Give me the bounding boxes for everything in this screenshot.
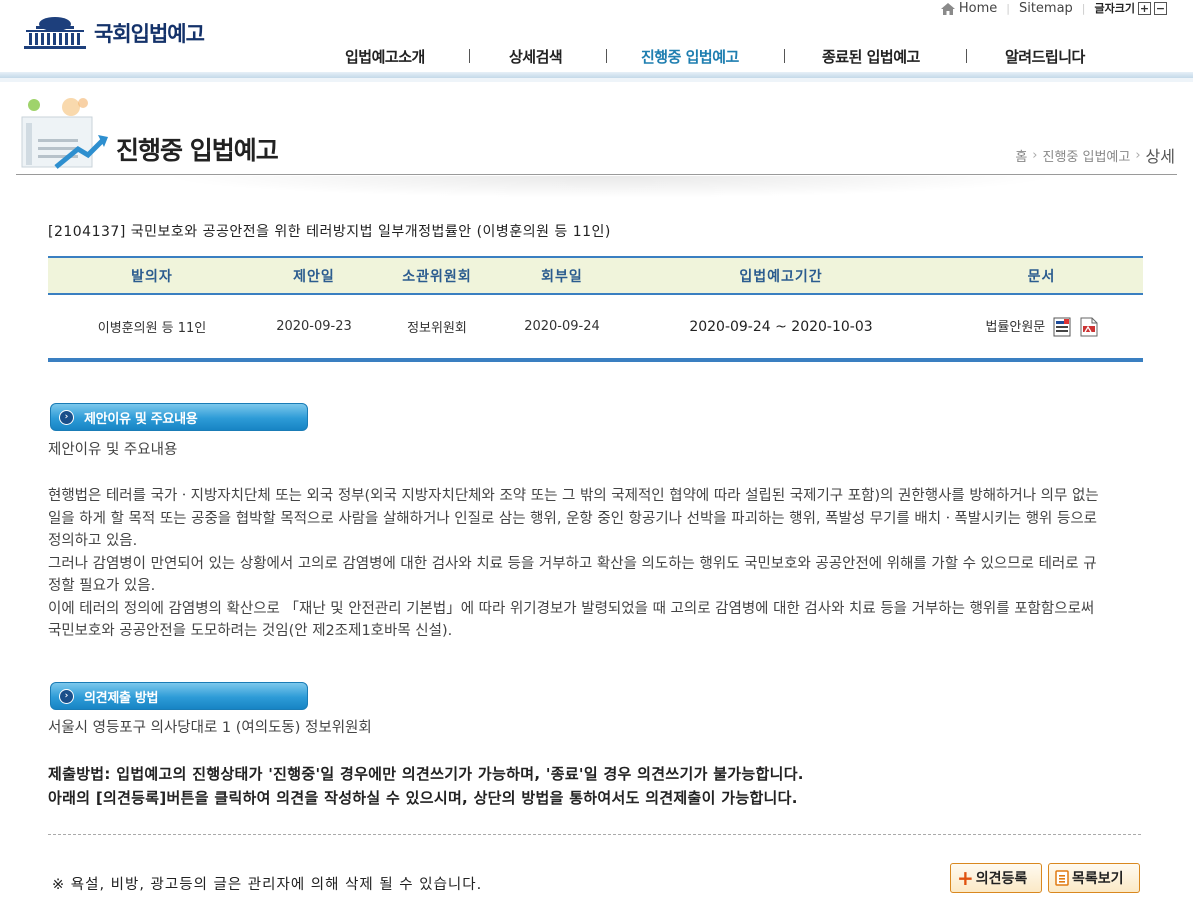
font-size-label: 글자크기 [1094, 2, 1135, 15]
section-badge-reason: › 제안이유 및 주요내용 [50, 403, 308, 431]
assembly-building-icon [24, 17, 86, 49]
breadcrumb-ongoing[interactable]: 진행중 입법예고 [1042, 146, 1130, 165]
breadcrumb-home[interactable]: 홈 [1015, 146, 1027, 165]
method-line: 아래의 [의견등록]버튼을 클릭하여 의견을 작성하실 수 있으시며, 상단의 … [48, 789, 798, 807]
header-document: 문서 [940, 256, 1143, 295]
table-header-row: 발의자 제안일 소관위원회 회부일 입법예고기간 문서 [48, 256, 1143, 295]
document-chart-icon [21, 98, 108, 169]
reason-paragraph: 이에 테러의 정의에 감염병의 확산으로 「재난 및 안전관리 기본법」에 따라… [48, 600, 1095, 640]
bill-title: [2104137] 국민보호와 공공안전을 위한 테러방지법 일부개정법률안 (… [48, 224, 611, 240]
page-header: 진행중 입법예고 홈 › 진행중 입법예고 › 상세 [16, 95, 1177, 175]
section-badge-label: 제안이유 및 주요내용 [84, 411, 198, 427]
breadcrumb: 홈 › 진행중 입법예고 › 상세 [1015, 143, 1175, 167]
list-view-button[interactable]: 목록보기 [1048, 863, 1140, 893]
nav-divider [784, 49, 785, 63]
chevron-right-icon: › [59, 688, 74, 704]
header-proposal-date: 제안일 [256, 256, 372, 295]
header-shadow [160, 176, 1060, 198]
moderation-notice: ※ 욕설, 비방, 광고등의 글은 관리자에 의해 삭제 될 수 있습니다. [52, 877, 483, 893]
divider: | [1081, 1, 1086, 15]
main-nav: 입법예고소개 상세검색 진행중 입법예고 종료된 입법예고 알려드립니다 [0, 46, 1193, 72]
nav-search[interactable]: 상세검색 [509, 46, 563, 67]
nav-ongoing[interactable]: 진행중 입법예고 [641, 46, 739, 67]
cell-proposer: 이병훈의원 등 11인 [48, 294, 256, 362]
cell-committee: 정보위원회 [372, 294, 502, 362]
sitemap-link[interactable]: Sitemap [1019, 1, 1073, 16]
nav-notice[interactable]: 알려드립니다 [1005, 46, 1085, 67]
reason-paragraph: 그러나 감염병이 만연되어 있는 상황에서 고의로 감염병에 대한 검사와 치료… [48, 555, 1097, 595]
nav-divider [966, 49, 967, 63]
header-period: 입법예고기간 [622, 256, 940, 295]
font-decrease-button[interactable]: − [1154, 1, 1167, 15]
home-icon [940, 3, 955, 15]
nav-ended[interactable]: 종료된 입법예고 [822, 46, 920, 67]
register-opinion-button[interactable]: + 의견등록 [950, 863, 1042, 893]
header-committee: 소관위원회 [372, 256, 502, 295]
reason-body: 현행법은 테러를 국가ㆍ지방자치단체 또는 외국 정부(외국 지방자치단체와 조… [48, 485, 1108, 643]
header-proposer: 발의자 [48, 256, 256, 295]
header-referral-date: 회부일 [502, 256, 622, 295]
list-icon [1055, 870, 1069, 886]
cell-document: 법률안원문 [940, 294, 1143, 362]
page-title: 진행중 입법예고 [116, 136, 279, 165]
bill-info-table: 발의자 제안일 소관위원회 회부일 입법예고기간 문서 이병훈의원 등 11인 … [48, 256, 1143, 362]
divider [48, 834, 1141, 835]
logo-text: 국회입법예고 [94, 22, 205, 46]
pdf-file-icon[interactable] [1080, 317, 1098, 337]
reason-label: 제안이유 및 주요내용 [48, 442, 178, 458]
section-badge-opinion: › 의견제출 방법 [50, 682, 308, 710]
cell-period: 2020-09-24 ~ 2020-10-03 [622, 294, 940, 362]
chevron-right-icon: › [1135, 147, 1141, 163]
chevron-right-icon: › [59, 409, 74, 425]
table-row: 이병훈의원 등 11인 2020-09-23 정보위원회 2020-09-24 … [48, 294, 1143, 362]
nav-divider [469, 49, 470, 63]
nav-divider [606, 49, 607, 63]
site-logo[interactable]: 국회입법예고 [22, 16, 205, 50]
method-line: 제출방법: 입법예고의 진행상태가 '진행중'일 경우에만 의견쓰기가 가능하며… [48, 765, 804, 783]
register-opinion-label: 의견등록 [975, 871, 1028, 887]
section-badge-label: 의견제출 방법 [84, 690, 159, 706]
cell-proposal-date: 2020-09-23 [256, 294, 372, 362]
submission-address: 서울시 영등포구 의사당대로 1 (여의도동) 정보위원회 [48, 720, 372, 736]
chevron-right-icon: › [1032, 147, 1038, 163]
header-divider [0, 78, 1193, 82]
utility-nav: Home | Sitemap | 글자크기 + − [940, 0, 1167, 16]
breadcrumb-current: 상세 [1145, 147, 1175, 166]
submission-method: 제출방법: 입법예고의 진행상태가 '진행중'일 경우에만 의견쓰기가 가능하며… [48, 762, 804, 810]
home-link[interactable]: Home [959, 1, 997, 16]
cell-referral-date: 2020-09-24 [502, 294, 622, 362]
divider: | [1006, 1, 1010, 15]
hwp-file-icon[interactable] [1053, 317, 1071, 337]
reason-paragraph: 현행법은 테러를 국가ㆍ지방자치단체 또는 외국 정부(외국 지방자치단체와 조… [48, 488, 1099, 549]
document-label: 법률안원문 [985, 319, 1046, 335]
font-increase-button[interactable]: + [1138, 1, 1151, 15]
nav-intro[interactable]: 입법예고소개 [345, 46, 425, 67]
plus-icon: + [957, 866, 974, 890]
list-view-label: 목록보기 [1072, 871, 1124, 887]
